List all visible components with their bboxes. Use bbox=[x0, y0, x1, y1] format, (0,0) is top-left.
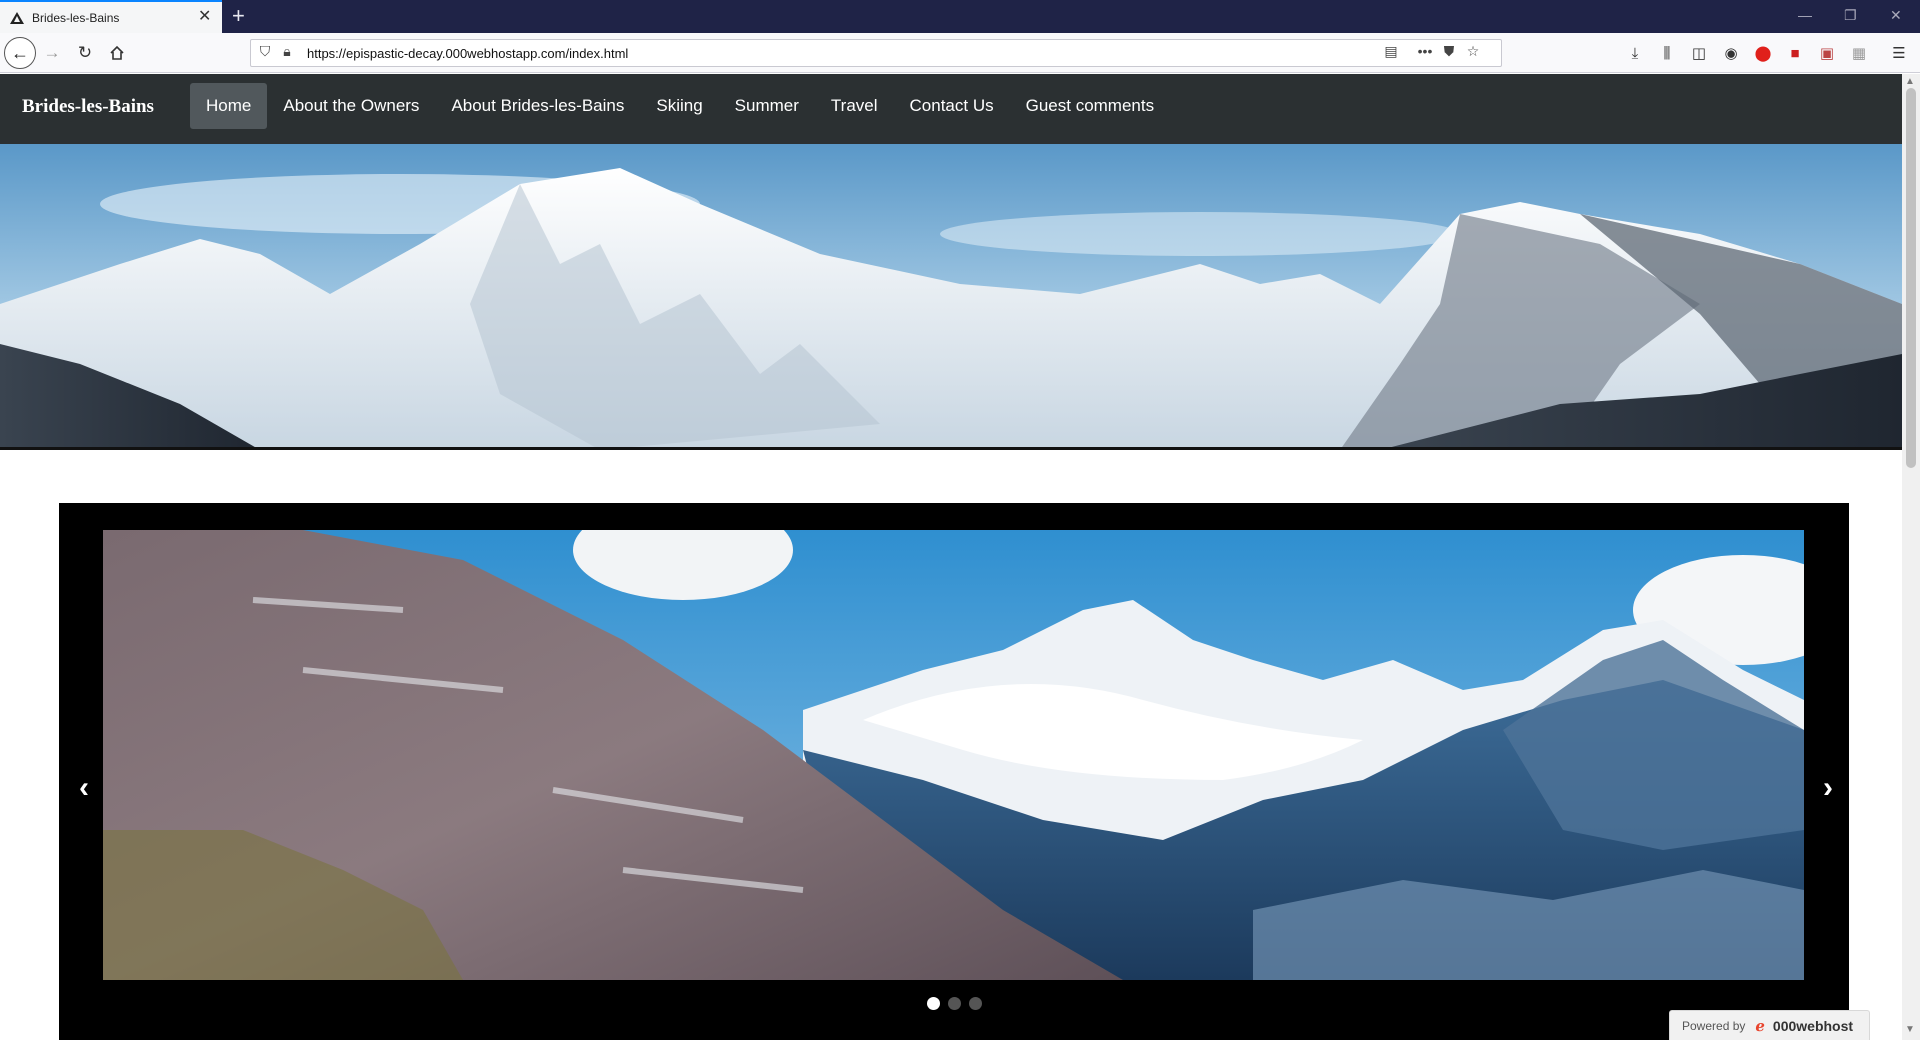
carousel-next-button[interactable]: › bbox=[1823, 773, 1833, 803]
shield-icon[interactable]: ⛉ bbox=[255, 43, 275, 60]
menu-hamburger-icon[interactable]: ☰ bbox=[1888, 42, 1910, 64]
lock-icon[interactable]: 🔒︎ bbox=[277, 43, 297, 60]
home-button[interactable] bbox=[105, 41, 129, 65]
arrow-right-icon: → bbox=[43, 43, 61, 62]
bookmark-star-icon[interactable]: ☆ bbox=[1463, 43, 1483, 60]
image-carousel: ‹ › bbox=[59, 503, 1849, 1040]
carousel-indicator-1[interactable] bbox=[927, 997, 940, 1010]
carousel-prev-button[interactable]: ‹ bbox=[79, 773, 89, 803]
webhost-brand: 000webhost bbox=[1772, 1017, 1854, 1034]
sidebar-icon[interactable]: ◫ bbox=[1688, 42, 1710, 64]
powered-by-badge[interactable]: Powered by ℯ 000webhost bbox=[1669, 1010, 1870, 1040]
scroll-up-icon[interactable]: ▲ bbox=[1905, 76, 1915, 87]
carousel-indicators bbox=[927, 997, 982, 1010]
menu-item-travel[interactable]: Travel bbox=[815, 83, 894, 129]
url-text[interactable]: https://epispastic-decay.000webhostapp.c… bbox=[307, 46, 628, 61]
menu-item-guest-comments[interactable]: Guest comments bbox=[1010, 83, 1171, 129]
scroll-thumb[interactable] bbox=[1906, 88, 1916, 468]
pocket-icon[interactable]: ⛊ bbox=[1439, 43, 1459, 60]
extension-gray-icon[interactable]: ▦ bbox=[1848, 42, 1870, 64]
menu-item-summer[interactable]: Summer bbox=[719, 83, 815, 129]
back-button[interactable]: ← bbox=[4, 37, 36, 69]
downloads-icon[interactable]: ⤓ bbox=[1624, 42, 1646, 64]
page-scrollbar[interactable]: ▲ ▼ bbox=[1902, 74, 1920, 1040]
url-bar[interactable]: ⛉ 🔒︎ https://epispastic-decay.000webhost… bbox=[250, 39, 1502, 67]
carousel-slide-image bbox=[103, 530, 1804, 980]
webhost-logo-icon: ℯ bbox=[1755, 1017, 1765, 1035]
library-icon[interactable]: ⫼ bbox=[1656, 42, 1678, 64]
site-brand[interactable]: Brides-les-Bains bbox=[22, 96, 154, 118]
arrow-left-icon: ← bbox=[11, 42, 29, 63]
account-icon[interactable]: ◉ bbox=[1720, 42, 1742, 64]
more-actions-icon[interactable]: ••• bbox=[1415, 43, 1435, 59]
browser-tab-bar: Brides-les-Bains ✕ + — ❐ ✕ bbox=[0, 0, 1920, 33]
extension-icon[interactable]: ▣ bbox=[1816, 42, 1838, 64]
menu-item-skiing[interactable]: Skiing bbox=[640, 83, 718, 129]
carousel-indicator-3[interactable] bbox=[969, 997, 982, 1010]
minimize-button[interactable]: — bbox=[1798, 6, 1812, 24]
opera-extension-icon[interactable]: ⬤ bbox=[1752, 42, 1774, 64]
window-close-button[interactable]: ✕ bbox=[1890, 6, 1902, 24]
reader-view-icon[interactable]: ▤ bbox=[1381, 43, 1401, 60]
reload-icon: ↻ bbox=[77, 43, 93, 62]
menu-item-home[interactable]: Home bbox=[190, 83, 268, 129]
reload-button[interactable]: ↻ bbox=[73, 41, 97, 65]
page-content: Brides-les-Bains Home About the Owners A… bbox=[0, 74, 1902, 1040]
browser-tab[interactable]: Brides-les-Bains ✕ bbox=[0, 0, 222, 33]
powered-by-label: Powered by bbox=[1682, 1018, 1746, 1033]
menu-item-about-owners[interactable]: About the Owners bbox=[267, 83, 435, 129]
new-tab-button[interactable]: + bbox=[232, 3, 245, 29]
restore-button[interactable]: ❐ bbox=[1844, 6, 1857, 24]
tab-close-icon[interactable]: ✕ bbox=[198, 8, 211, 26]
site-favicon-icon bbox=[10, 12, 24, 24]
main-menu: Home About the Owners About Brides-les-B… bbox=[190, 83, 1170, 129]
forward-button[interactable]: → bbox=[40, 41, 64, 65]
menu-item-contact[interactable]: Contact Us bbox=[894, 83, 1010, 129]
scroll-down-icon[interactable]: ▼ bbox=[1905, 1024, 1915, 1035]
pdf-extension-icon[interactable]: ■ bbox=[1784, 42, 1806, 64]
carousel-indicator-2[interactable] bbox=[948, 997, 961, 1010]
browser-toolbar: ← → ↻ ⛉ 🔒︎ https://epispastic-decay.000w… bbox=[0, 33, 1920, 73]
site-navbar: Brides-les-Bains Home About the Owners A… bbox=[0, 74, 1902, 144]
home-icon bbox=[110, 45, 124, 60]
tab-title: Brides-les-Bains bbox=[32, 11, 120, 25]
menu-item-about-brides[interactable]: About Brides-les-Bains bbox=[435, 83, 640, 129]
hero-banner-image bbox=[0, 144, 1902, 450]
